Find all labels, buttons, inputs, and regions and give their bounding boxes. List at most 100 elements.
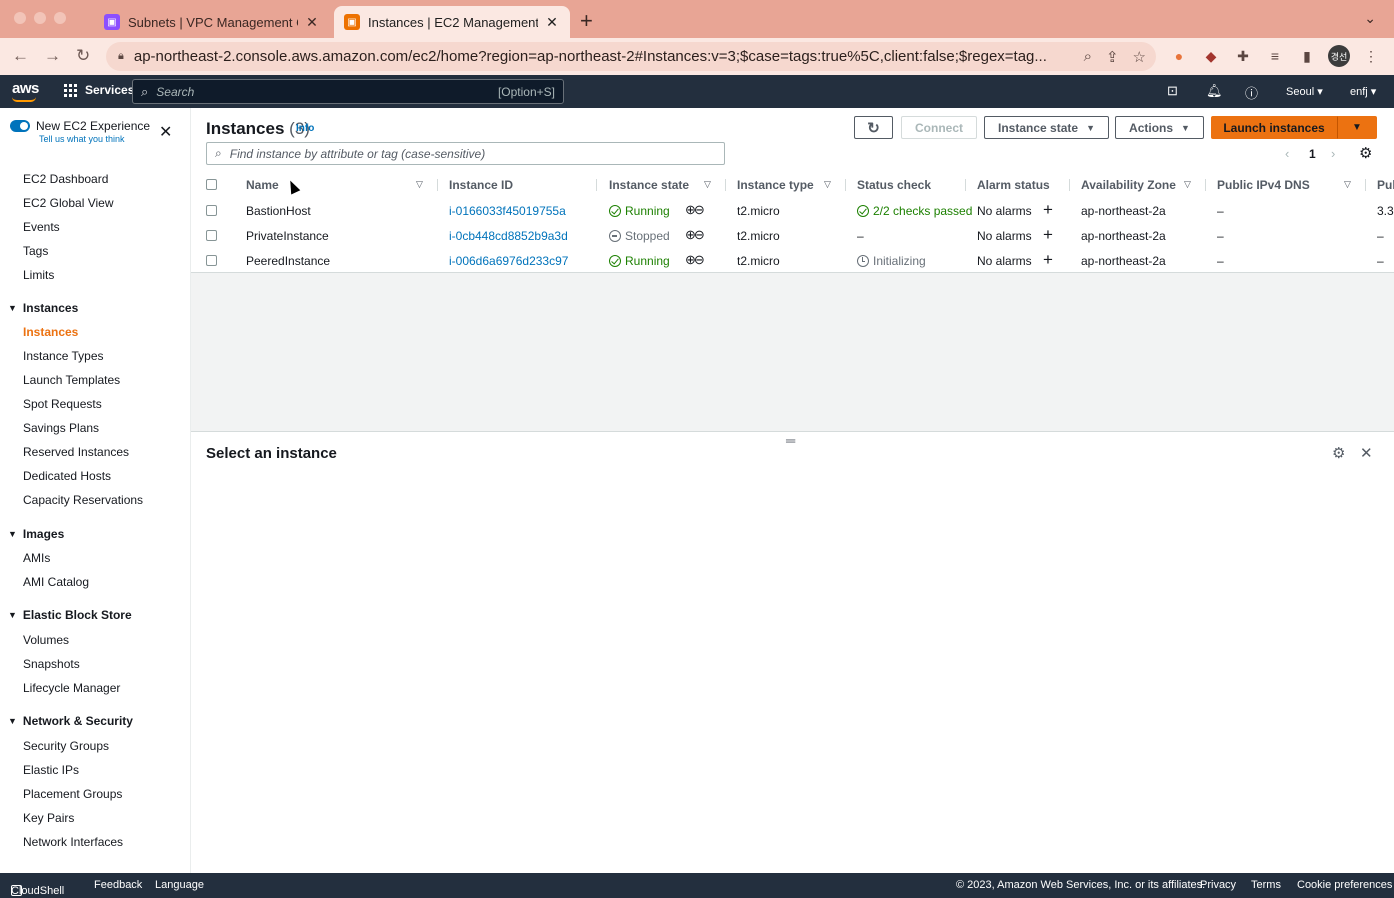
cookie-preferences-link[interactable]: Cookie preferences <box>1297 879 1392 891</box>
close-icon[interactable]: ✕ <box>159 122 172 142</box>
feedback-link[interactable]: Feedback <box>94 879 142 891</box>
new-experience-toggle-row[interactable]: New EC2 Experience <box>10 119 150 133</box>
sidebar-item-security-groups[interactable]: Security Groups <box>23 739 109 753</box>
cloudshell-icon[interactable]: ⊡ <box>1167 83 1178 99</box>
sidebar-section-images[interactable]: ▼ Images <box>8 527 64 541</box>
column-filter-icon[interactable]: ▽ <box>1344 179 1351 190</box>
region-selector[interactable]: Seoul ▾ <box>1286 85 1323 98</box>
sidebar-item-spot-requests[interactable]: Spot Requests <box>23 397 102 411</box>
sidebar-item-network-interfaces[interactable]: Network Interfaces <box>23 835 123 849</box>
sidebar-item-placement-groups[interactable]: Placement Groups <box>23 787 122 801</box>
zoom-in-out-icon[interactable]: ⊕⊖ <box>685 227 705 243</box>
extensions-puzzle-icon[interactable]: ✚ <box>1234 47 1252 65</box>
sidebar-item-snapshots[interactable]: Snapshots <box>23 657 80 671</box>
launch-instances-button[interactable]: Launch instances <box>1211 116 1337 139</box>
row-checkbox[interactable] <box>206 205 217 216</box>
info-link[interactable]: Info <box>296 123 314 134</box>
close-window-button[interactable] <box>14 12 26 24</box>
sidebar-section-network-security[interactable]: ▼ Network & Security <box>8 714 133 728</box>
sidebar-item-savings-plans[interactable]: Savings Plans <box>23 421 99 435</box>
close-icon[interactable]: ✕ <box>1360 444 1373 462</box>
row-checkbox[interactable] <box>206 255 217 266</box>
aws-logo[interactable]: aws <box>12 80 39 102</box>
instance-state-button[interactable]: Instance state ▼ <box>984 116 1109 139</box>
column-header-instance-id[interactable]: Instance ID <box>449 178 513 192</box>
column-header-public-dns[interactable]: Public IPv4 DNS <box>1217 178 1310 192</box>
zoom-in-out-icon[interactable]: ⊕⊖ <box>685 252 705 268</box>
minimize-window-button[interactable] <box>34 12 46 24</box>
column-header-alarm-status[interactable]: Alarm status <box>977 178 1050 192</box>
column-header-instance-type[interactable]: Instance type <box>737 178 814 192</box>
browser-tab-ec2[interactable]: ▣ Instances | EC2 Management C ✕ <box>334 6 570 38</box>
sidebar-item-volumes[interactable]: Volumes <box>23 633 69 647</box>
aws-search-box[interactable]: ⌕ [Option+S] <box>132 79 564 104</box>
new-experience-toggle[interactable] <box>10 120 30 132</box>
browser-tab-vpc[interactable]: ▣ Subnets | VPC Management Co ✕ <box>94 6 330 38</box>
sidebar-item-dedicated-hosts[interactable]: Dedicated Hosts <box>23 469 111 483</box>
column-header-name[interactable]: Name <box>246 178 279 192</box>
add-alarm-icon[interactable]: + <box>1043 225 1053 245</box>
sidebar-item-elastic-ips[interactable]: Elastic IPs <box>23 763 79 777</box>
resize-handle-icon[interactable]: ═ <box>786 433 795 448</box>
add-alarm-icon[interactable]: + <box>1043 200 1053 220</box>
profile-avatar[interactable]: 경선 <box>1328 45 1350 67</box>
table-row[interactable]: BastionHost i-0166033f45019755a Running … <box>191 198 1394 223</box>
sidebar-section-ebs[interactable]: ▼ Elastic Block Store <box>8 608 132 622</box>
column-filter-icon[interactable]: ▽ <box>704 179 711 190</box>
instance-filter-input[interactable] <box>229 146 716 161</box>
zoom-window-button[interactable] <box>54 12 66 24</box>
sidebar-item-capacity-reservations[interactable]: Capacity Reservations <box>23 493 143 507</box>
column-header-availability-zone[interactable]: Availability Zone <box>1081 178 1176 192</box>
aws-search-input[interactable] <box>156 84 498 99</box>
instance-id-link[interactable]: i-0166033f45019755a <box>449 204 566 218</box>
tab-search-chevron-icon[interactable]: ⌄ <box>1364 10 1376 27</box>
services-menu[interactable]: Services <box>64 83 134 97</box>
share-icon[interactable]: ⇪ <box>1106 48 1119 66</box>
page-number[interactable]: 1 <box>1309 147 1316 161</box>
launch-dropdown-button[interactable]: ▼ <box>1337 116 1377 139</box>
sidebar-item-ami-catalog[interactable]: AMI Catalog <box>23 575 89 589</box>
sidebar-section-instances[interactable]: ▼ Instances <box>8 301 78 315</box>
sidebar-item-events[interactable]: Events <box>23 220 60 234</box>
bookmark-star-icon[interactable]: ☆ <box>1133 48 1146 66</box>
account-menu[interactable]: enfj ▾ <box>1350 85 1376 98</box>
column-header-instance-state[interactable]: Instance state <box>609 178 689 192</box>
reading-list-icon[interactable]: ≡ <box>1266 47 1284 65</box>
connect-button[interactable]: Connect <box>901 116 977 139</box>
sidebar-item-launch-templates[interactable]: Launch Templates <box>23 373 120 387</box>
instance-id-link[interactable]: i-006d6a6976d233c97 <box>449 254 568 268</box>
reload-icon[interactable]: ↻ <box>76 46 90 66</box>
new-tab-icon[interactable]: + <box>580 8 593 34</box>
close-icon[interactable]: ✕ <box>544 14 560 31</box>
terms-link[interactable]: Terms <box>1251 879 1281 891</box>
help-icon[interactable]: ⓘ <box>1245 83 1258 102</box>
close-icon[interactable]: ✕ <box>304 14 320 31</box>
feedback-link[interactable]: Tell us what you think <box>39 134 125 144</box>
extension-orange-icon[interactable]: ● <box>1170 47 1188 65</box>
sidebar-item-tags[interactable]: Tags <box>23 244 48 258</box>
privacy-link[interactable]: Privacy <box>1200 879 1236 891</box>
sidebar-item-ec2-dashboard[interactable]: EC2 Dashboard <box>23 172 108 186</box>
more-menu-icon[interactable]: ⋮ <box>1362 47 1380 65</box>
instance-id-link[interactable]: i-0cb448cd8852b9a3d <box>449 229 568 243</box>
sidebar-item-limits[interactable]: Limits <box>23 268 54 282</box>
actions-button[interactable]: Actions ▼ <box>1115 116 1204 139</box>
select-all-checkbox[interactable] <box>206 179 217 190</box>
column-filter-icon[interactable]: ▽ <box>416 179 423 190</box>
sidebar-item-amis[interactable]: AMIs <box>23 551 50 565</box>
sidebar-item-instances[interactable]: Instances <box>23 325 78 339</box>
sidebar-item-key-pairs[interactable]: Key Pairs <box>23 811 74 825</box>
forward-arrow-icon[interactable]: → <box>44 46 61 66</box>
language-link[interactable]: Language <box>155 879 204 891</box>
column-filter-icon[interactable]: ▽ <box>1184 179 1191 190</box>
column-header-public-ip[interactable]: Pul <box>1377 178 1394 192</box>
column-header-status-check[interactable]: Status check <box>857 178 931 192</box>
sidebar-item-lifecycle-manager[interactable]: Lifecycle Manager <box>23 681 120 695</box>
instance-filter[interactable]: ⌕ <box>206 142 725 165</box>
column-filter-icon[interactable]: ▽ <box>824 179 831 190</box>
table-row[interactable]: PrivateInstance i-0cb448cd8852b9a3d Stop… <box>191 223 1394 248</box>
row-checkbox[interactable] <box>206 230 217 241</box>
zoom-in-out-icon[interactable]: ⊕⊖ <box>685 202 705 218</box>
previous-page-icon[interactable]: ‹ <box>1285 146 1289 161</box>
address-bar[interactable]: 🔒︎ ap-northeast-2.console.aws.amazon.com… <box>106 42 1156 71</box>
